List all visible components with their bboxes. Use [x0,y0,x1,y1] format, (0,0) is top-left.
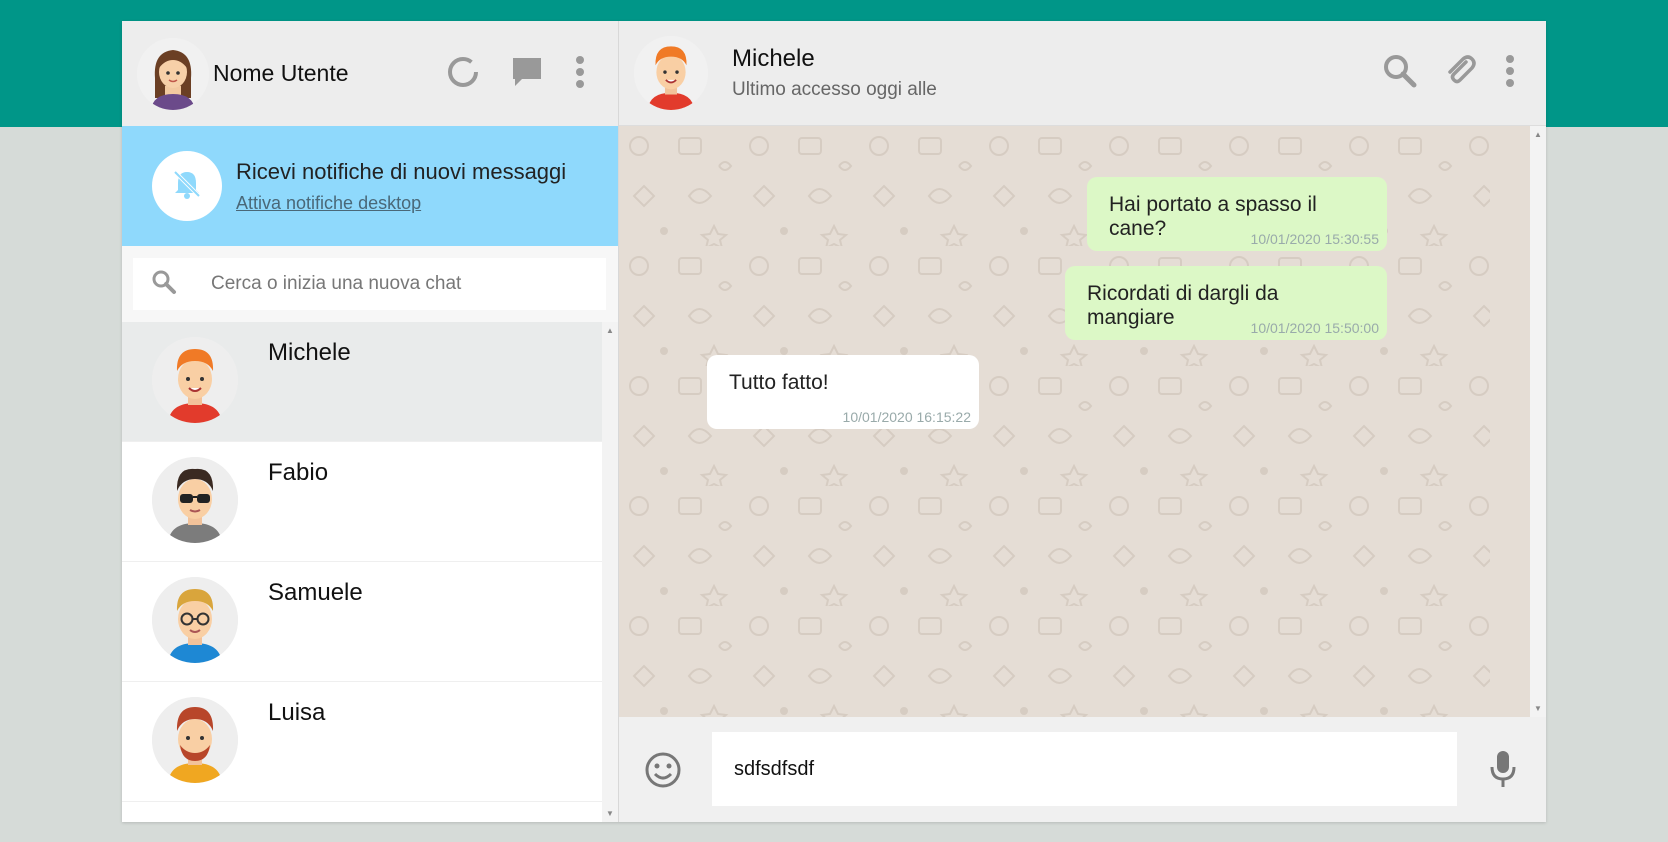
attach-icon[interactable] [1444,54,1478,88]
contact-item-michele[interactable]: Michele [122,322,603,442]
message-composer [619,717,1546,822]
whatsapp-app: Nome Utente Ricevi notifiche di nuovi me… [122,21,1546,822]
emoji-icon[interactable] [644,751,682,789]
message-text: Tutto fatto! [729,371,829,394]
scroll-up-arrow[interactable]: ▲ [606,326,614,335]
contact-name: Samuele [268,579,363,606]
message-time: 10/01/2020 15:50:00 [1250,320,1379,336]
contact-avatar [152,337,238,423]
chat-header: Michele Ultimo accesso oggi alle [619,21,1546,126]
message-area: Hai portato a spasso il cane? 10/01/2020… [619,126,1546,717]
scroll-down-arrow[interactable]: ▼ [1534,704,1542,713]
chat-header-icons [1382,53,1516,89]
chat-contact-name: Michele [732,45,815,72]
message-input[interactable] [712,732,1457,806]
search-area [122,246,618,322]
contact-avatar [152,457,238,543]
chat-panel: Michele Ultimo accesso oggi alle Hai por… [619,21,1546,822]
menu-icon[interactable] [1504,54,1516,88]
user-name: Nome Utente [213,60,349,86]
chat-avatar[interactable] [634,36,708,110]
contact-name: Michele [268,339,351,366]
contact-list-scrollbar[interactable]: ▲ ▼ [602,322,618,822]
search-icon[interactable] [1382,53,1418,89]
sidebar-header-icons [446,55,586,89]
mic-icon[interactable] [1488,749,1518,789]
search-icon [151,269,177,300]
contact-avatar [152,577,238,663]
menu-icon[interactable] [574,55,586,89]
notification-banner: Ricevi notifiche di nuovi messaggi Attiv… [122,126,618,246]
contact-list: Michele Fabio Samuele Luisa ▲ ▼ [122,322,618,822]
message-area-scrollbar[interactable]: ▲ ▼ [1530,126,1546,717]
message-bubble-received: Tutto fatto! 10/01/2020 16:15:22 [707,355,979,429]
notification-circle [152,151,222,221]
message-bubble-sent: Ricordati di dargli da mangiare 10/01/20… [1065,266,1387,340]
contact-item-luisa[interactable]: Luisa [122,682,603,802]
chat-icon[interactable] [510,55,544,89]
status-icon[interactable] [446,55,480,89]
user-avatar[interactable] [137,37,209,110]
message-time: 10/01/2020 16:15:22 [842,409,971,425]
enable-notifications-link[interactable]: Attiva notifiche desktop [236,193,566,214]
search-box [133,258,606,310]
message-bubble-sent: Hai portato a spasso il cane? 10/01/2020… [1087,177,1387,251]
search-input[interactable] [211,273,591,295]
sidebar: Nome Utente Ricevi notifiche di nuovi me… [122,21,619,822]
notification-title: Ricevi notifiche di nuovi messaggi [236,158,567,184]
message-time: 10/01/2020 15:30:55 [1250,231,1379,247]
contact-item-samuele[interactable]: Samuele [122,562,603,682]
scroll-down-arrow[interactable]: ▼ [606,809,614,818]
sidebar-header: Nome Utente [122,21,618,126]
chat-info: Michele Ultimo accesso oggi alle [732,45,937,101]
contact-item-fabio[interactable]: Fabio [122,442,603,562]
contact-name: Fabio [268,459,329,486]
contact-avatar [152,697,238,783]
bell-off-icon [170,167,204,206]
scroll-up-arrow[interactable]: ▲ [1534,130,1542,139]
notification-text: Ricevi notifiche di nuovi messaggi Attiv… [236,159,566,214]
contact-name: Luisa [268,699,326,726]
chat-last-seen: Ultimo accesso oggi alle [732,79,937,100]
